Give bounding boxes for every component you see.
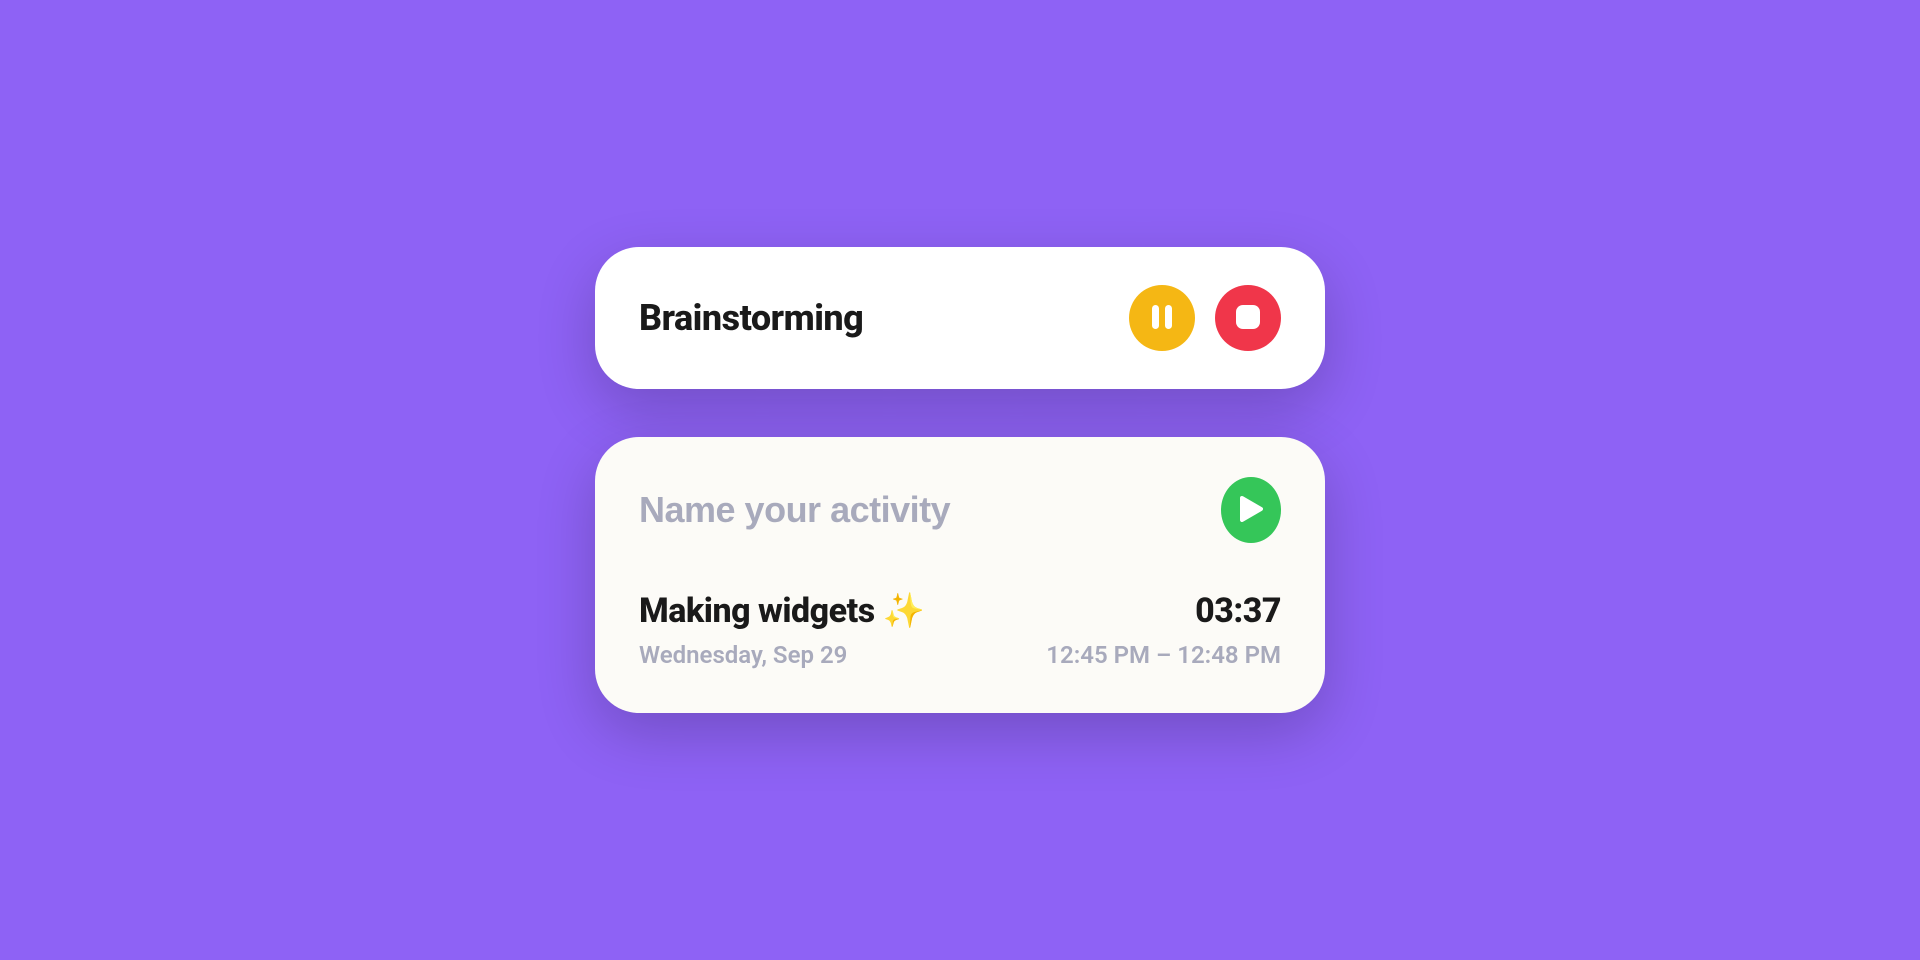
stop-icon bbox=[1236, 305, 1260, 332]
entry-title: Making widgets ✨ bbox=[639, 591, 924, 631]
pause-button[interactable] bbox=[1129, 285, 1195, 351]
tracker-controls bbox=[1129, 285, 1281, 351]
stop-button[interactable] bbox=[1215, 285, 1281, 351]
new-activity-row bbox=[639, 477, 1281, 543]
entry-right-column: 03:37 12:45 PM – 12:48 PM bbox=[1046, 591, 1281, 669]
entry-left-column: Making widgets ✨ Wednesday, Sep 29 bbox=[639, 591, 924, 669]
entry-date: Wednesday, Sep 29 bbox=[639, 641, 924, 669]
play-icon bbox=[1239, 496, 1263, 525]
active-tracker-card: Brainstorming bbox=[595, 247, 1325, 389]
recent-entry-row[interactable]: Making widgets ✨ Wednesday, Sep 29 03:37… bbox=[639, 591, 1281, 669]
pause-icon bbox=[1152, 305, 1172, 332]
current-activity-title: Brainstorming bbox=[639, 297, 863, 339]
entry-time-range: 12:45 PM – 12:48 PM bbox=[1046, 641, 1281, 669]
entry-duration: 03:37 bbox=[1195, 591, 1281, 631]
activity-name-input[interactable] bbox=[639, 489, 1221, 531]
play-button[interactable] bbox=[1221, 477, 1281, 543]
activity-entry-card: Making widgets ✨ Wednesday, Sep 29 03:37… bbox=[595, 437, 1325, 713]
